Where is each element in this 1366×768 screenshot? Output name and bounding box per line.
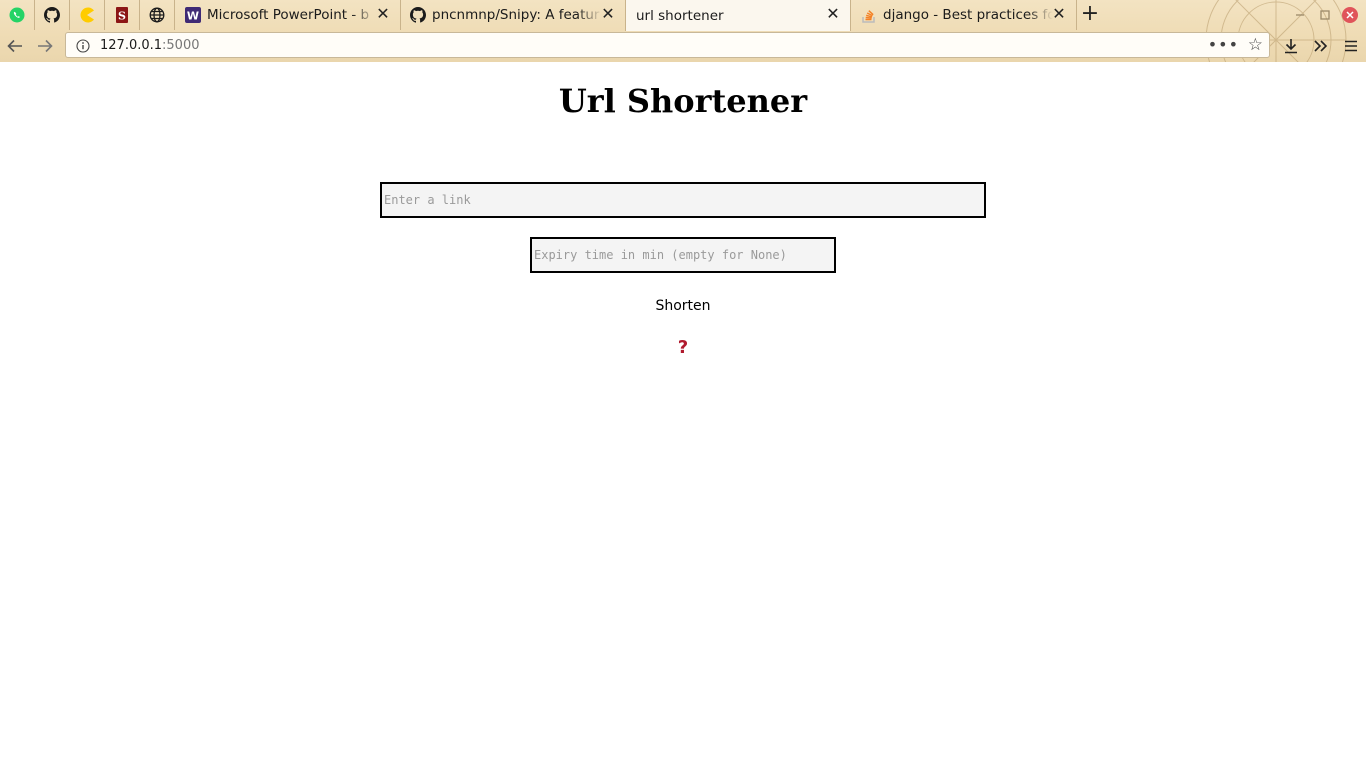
new-tab-button[interactable]: + — [1080, 3, 1100, 25]
close-tab-icon[interactable]: ✕ — [826, 6, 840, 22]
page-title: Url Shortener — [558, 82, 808, 120]
expiry-time-input[interactable] — [530, 237, 836, 273]
pacman-icon — [79, 7, 95, 23]
link-input[interactable] — [380, 182, 986, 218]
close-tab-icon[interactable]: ✕ — [1052, 6, 1066, 22]
downloads-button[interactable] — [1280, 35, 1302, 57]
overflow-menu-button[interactable] — [1310, 35, 1332, 57]
tab-pinned-pacman[interactable] — [70, 0, 105, 30]
navigation-bar: 127.0.0.1:5000 ••• ☆ — [0, 30, 1366, 62]
maximize-button[interactable] — [1315, 5, 1335, 25]
info-icon[interactable] — [76, 38, 90, 53]
tab-url-shortener[interactable]: url shortener ✕ — [625, 0, 851, 31]
stanford-icon: S — [114, 7, 130, 23]
browser-chrome: S W Microsoft PowerPoint - b ✕ pncnmnp/S… — [0, 0, 1366, 63]
close-window-button[interactable] — [1340, 5, 1360, 25]
close-tab-icon[interactable]: ✕ — [376, 6, 390, 22]
tab-pinned-globe[interactable] — [140, 0, 175, 30]
tab-title: django - Best practices fo — [883, 7, 1053, 23]
tab-title: url shortener — [636, 7, 724, 24]
tab-pinned-stanford[interactable]: S — [105, 0, 140, 30]
tab-django[interactable]: django - Best practices fo ✕ — [851, 0, 1077, 30]
tab-powerpoint[interactable]: W Microsoft PowerPoint - b ✕ — [175, 0, 401, 30]
svg-text:W: W — [187, 10, 199, 23]
whatsapp-icon — [9, 7, 25, 23]
shorten-button[interactable]: Shorten — [633, 295, 733, 317]
back-button[interactable] — [4, 35, 26, 57]
github-icon — [44, 7, 60, 23]
word-icon: W — [185, 7, 201, 23]
tab-snipy[interactable]: pncnmnp/Snipy: A featur ✕ — [400, 0, 626, 30]
github-icon — [410, 7, 426, 23]
hamburger-menu-button[interactable] — [1340, 35, 1362, 57]
address-port: :5000 — [162, 38, 200, 53]
stackoverflow-icon — [861, 7, 877, 23]
close-tab-icon[interactable]: ✕ — [601, 6, 615, 22]
forward-button[interactable] — [34, 35, 56, 57]
tab-pinned-github[interactable] — [35, 0, 70, 30]
tab-pinned-whatsapp[interactable] — [0, 0, 35, 30]
tab-strip: S W Microsoft PowerPoint - b ✕ pncnmnp/S… — [0, 0, 1366, 31]
bookmark-star-icon[interactable]: ☆ — [1248, 35, 1263, 55]
help-link[interactable]: ? — [673, 337, 693, 358]
page-content: Url Shortener Shorten ? — [0, 62, 1366, 768]
globe-icon — [149, 7, 165, 23]
address-bar[interactable]: 127.0.0.1:5000 ••• ☆ — [65, 32, 1270, 58]
address-host: 127.0.0.1 — [100, 38, 163, 53]
address-url: 127.0.0.1:5000 — [100, 38, 200, 53]
minimize-button[interactable] — [1290, 5, 1310, 25]
tab-title: pncnmnp/Snipy: A featur — [432, 7, 600, 23]
page-actions-icon[interactable]: ••• — [1208, 35, 1239, 54]
tab-title: Microsoft PowerPoint - b — [207, 7, 370, 23]
svg-text:S: S — [118, 10, 126, 23]
